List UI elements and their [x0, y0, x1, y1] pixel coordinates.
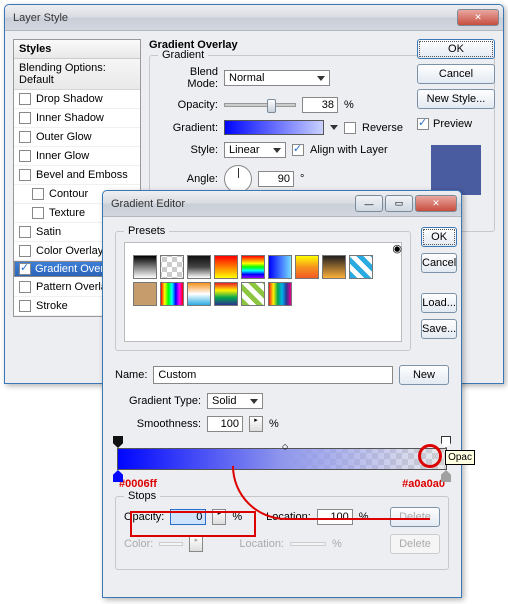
annotation-curve [232, 466, 430, 520]
preset-swatch[interactable] [214, 282, 238, 306]
angle-label: Angle: [158, 173, 218, 185]
ok-button[interactable]: OK [421, 227, 457, 247]
name-label: Name: [115, 369, 147, 381]
gradient-preview[interactable] [224, 120, 324, 135]
style-select[interactable]: Linear [224, 142, 286, 158]
presets-panel [124, 242, 402, 342]
stops-label: Stops [124, 490, 160, 502]
window-title: Layer Style [9, 12, 455, 24]
opacity-input[interactable]: 38 [302, 97, 338, 113]
preset-swatch[interactable] [133, 255, 157, 279]
stop-location2-input [290, 542, 326, 546]
chevron-down-icon[interactable] [330, 125, 338, 130]
chevron-down-icon [250, 399, 258, 404]
align-checkbox[interactable] [292, 144, 304, 156]
preview-swatch [431, 145, 481, 195]
opacity-slider[interactable] [224, 103, 296, 107]
group-label: Gradient [158, 49, 208, 61]
close-icon[interactable]: ✕ [415, 195, 457, 212]
new-style-button[interactable]: New Style... [417, 89, 495, 109]
preset-swatch[interactable] [241, 255, 265, 279]
color-stop-right[interactable] [441, 470, 451, 482]
delete-color-stop-button: Delete [390, 534, 440, 554]
spinner-icon[interactable]: ▸ [249, 416, 263, 432]
angle-dial[interactable] [224, 165, 252, 193]
preset-swatch[interactable] [187, 255, 211, 279]
preset-swatch[interactable] [349, 255, 373, 279]
color-stop-left[interactable] [113, 470, 123, 482]
reverse-label: Reverse [362, 122, 403, 134]
opacity-stop-left[interactable] [113, 436, 123, 448]
smoothness-label: Smoothness: [115, 418, 201, 430]
new-button[interactable]: New [399, 365, 449, 385]
presets-label: Presets [124, 225, 169, 237]
preview-checkbox[interactable] [417, 118, 429, 130]
tooltip: Opac [445, 450, 475, 465]
blend-mode-select[interactable]: Normal [224, 70, 330, 86]
cancel-button[interactable]: Cancel [421, 253, 457, 273]
style-label: Style: [158, 144, 218, 156]
smoothness-input[interactable]: 100 [207, 416, 243, 432]
reverse-checkbox[interactable] [344, 122, 356, 134]
stop-location2-label: Location: [239, 538, 284, 550]
chevron-down-icon [273, 148, 281, 153]
style-inner-shadow[interactable]: Inner Shadow [14, 109, 140, 128]
preset-swatch[interactable] [322, 255, 346, 279]
spinner-icon: ▸ [189, 536, 203, 552]
stop-color-label: Color: [124, 538, 153, 550]
stop-color-swatch [159, 542, 183, 546]
ok-button[interactable]: OK [417, 39, 495, 59]
flyout-icon[interactable]: ◉ [392, 242, 402, 255]
styles-header[interactable]: Styles [14, 40, 140, 59]
titlebar[interactable]: Layer Style ✕ [5, 5, 503, 31]
style-outer-glow[interactable]: Outer Glow [14, 128, 140, 147]
style-drop-shadow[interactable]: Drop Shadow [14, 90, 140, 109]
maximize-icon[interactable]: ▭ [385, 195, 413, 212]
annotation-circle [418, 444, 442, 468]
minimize-icon[interactable]: — [355, 195, 383, 212]
cancel-button[interactable]: Cancel [417, 64, 495, 84]
gradient-type-label: Gradient Type: [115, 395, 201, 407]
color-left-label: #0006ff [119, 478, 157, 490]
style-bevel-emboss[interactable]: Bevel and Emboss [14, 166, 140, 185]
preset-swatch[interactable] [133, 282, 157, 306]
style-inner-glow[interactable]: Inner Glow [14, 147, 140, 166]
preset-swatch[interactable] [187, 282, 211, 306]
preset-swatch[interactable] [214, 255, 238, 279]
name-input[interactable] [153, 366, 393, 384]
window-title: Gradient Editor [107, 198, 353, 210]
preset-swatch[interactable] [268, 255, 292, 279]
save-button[interactable]: Save... [421, 319, 457, 339]
preset-swatch[interactable] [160, 282, 184, 306]
preset-swatch[interactable] [295, 255, 319, 279]
opacity-label: Opacity: [158, 99, 218, 111]
titlebar[interactable]: Gradient Editor — ▭ ✕ [103, 191, 461, 217]
annotation-box [130, 511, 256, 537]
blend-mode-label: Blend Mode: [158, 66, 218, 90]
button-column: OK Cancel New Style... Preview [417, 39, 495, 205]
gradient-label: Gradient: [158, 122, 218, 134]
load-button[interactable]: Load... [421, 293, 457, 313]
preset-swatch[interactable] [160, 255, 184, 279]
close-icon[interactable]: ✕ [457, 9, 499, 26]
preview-label: Preview [433, 118, 472, 130]
chevron-down-icon [317, 76, 325, 81]
preset-swatch[interactable] [268, 282, 292, 306]
blending-options[interactable]: Blending Options: Default [14, 59, 140, 90]
preset-swatch[interactable] [241, 282, 265, 306]
angle-input[interactable]: 90 [258, 171, 294, 187]
opacity-stop-right[interactable] [441, 436, 451, 448]
align-label: Align with Layer [310, 144, 388, 156]
gradient-type-select[interactable]: Solid [207, 393, 263, 409]
